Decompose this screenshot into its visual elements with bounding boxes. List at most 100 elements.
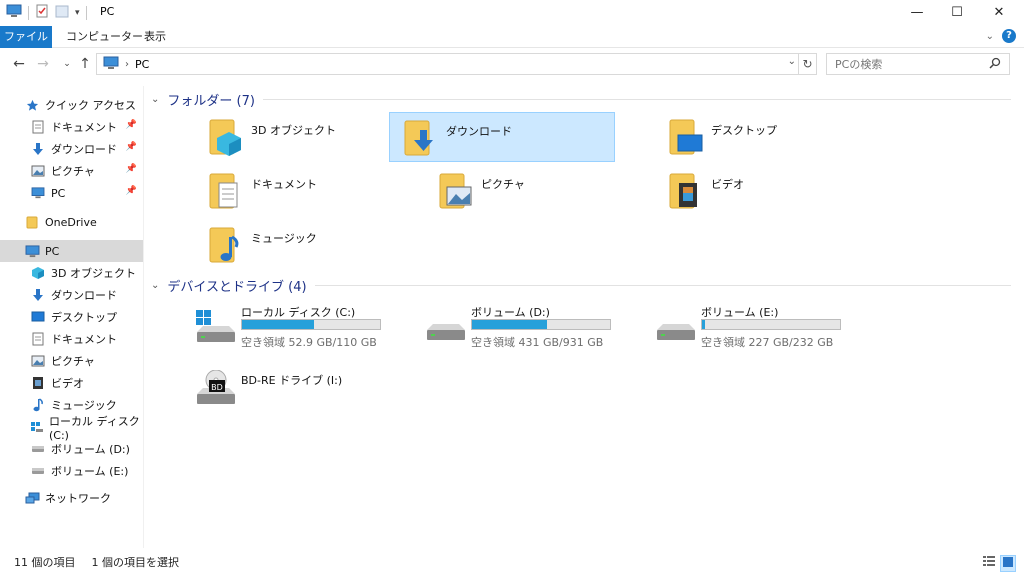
up-arrow-icon: ↑ xyxy=(79,56,91,72)
pc-icon xyxy=(30,185,46,201)
sidebar-item-label: デスクトップ xyxy=(51,311,117,324)
address-bar[interactable]: › PC ⌄ ↻ xyxy=(96,53,817,75)
sidebar-item-label: ボリューム (D:) xyxy=(51,443,130,456)
3d-objects-folder-icon xyxy=(201,113,249,161)
sidebar-item-volume-e[interactable]: ボリューム (E:) xyxy=(0,460,143,482)
drive-icon xyxy=(30,463,46,479)
sidebar-item-label: ダウンロード xyxy=(51,289,117,302)
folder-pictures[interactable]: ピクチャ xyxy=(425,166,651,216)
group-divider xyxy=(314,284,1011,286)
new-folder-icon[interactable] xyxy=(55,4,69,21)
sidebar-item-quick-access[interactable]: クイック アクセス xyxy=(0,94,143,116)
drive-local-disk-c[interactable]: ローカル ディスク (C:) 空き領域 52.9 GB/110 GB xyxy=(195,304,421,352)
bd-drive-icon: BD xyxy=(195,369,237,406)
toolbar-divider xyxy=(28,5,29,20)
drives-group-header[interactable]: ⌄ デバイスとドライブ (4) xyxy=(151,274,1011,296)
sidebar-item-pc-pinned[interactable]: PC 📌 xyxy=(0,182,143,204)
chevron-down-icon: ⌄ xyxy=(63,59,71,69)
windows-drive-icon xyxy=(195,310,237,346)
documents-icon xyxy=(30,119,46,135)
drive-free-space: 空き領域 227 GB/232 GB xyxy=(701,336,834,349)
drive-volume-d[interactable]: ボリューム (D:) 空き領域 431 GB/931 GB xyxy=(425,304,651,352)
drive-icon xyxy=(30,441,46,457)
pictures-icon xyxy=(30,353,46,369)
sidebar-item-pc[interactable]: PC xyxy=(0,240,143,262)
sidebar-item-pictures-pinned[interactable]: ピクチャ 📌 xyxy=(0,160,143,182)
sidebar-item-3d-objects[interactable]: 3D オブジェクト xyxy=(0,262,143,284)
drive-label: ボリューム (D:) xyxy=(471,306,550,319)
download-icon xyxy=(30,287,46,303)
pc-icon[interactable] xyxy=(6,4,22,21)
folder-label: デスクトップ xyxy=(711,124,777,137)
large-icons-view-icon[interactable] xyxy=(1000,555,1016,572)
sidebar-item-volume-d[interactable]: ボリューム (D:) xyxy=(0,438,143,460)
chevron-down-icon[interactable]: ⌄ xyxy=(151,94,159,105)
forward-button[interactable]: → xyxy=(34,54,52,74)
pin-icon[interactable]: 📌 xyxy=(126,120,137,130)
sidebar-item-pictures[interactable]: ピクチャ xyxy=(0,350,143,372)
properties-icon[interactable] xyxy=(35,4,49,21)
folder-desktop[interactable]: デスクトップ xyxy=(655,112,881,162)
folders-group-header[interactable]: ⌄ フォルダー (7) xyxy=(151,88,1011,110)
search-icon[interactable] xyxy=(989,57,1001,72)
sidebar-item-label: 3D オブジェクト xyxy=(51,267,136,280)
breadcrumb[interactable]: PC xyxy=(135,58,149,71)
sidebar-item-local-disk-c[interactable]: ローカル ディスク (C:) xyxy=(0,415,143,442)
content-pane: ⌄ フォルダー (7) 3D オブジェクト ダウンロード デスクトップ ドキュメ… xyxy=(145,86,1024,548)
sidebar-item-downloads-pinned[interactable]: ダウンロード 📌 xyxy=(0,138,143,160)
back-arrow-icon: ← xyxy=(13,56,25,72)
folder-videos[interactable]: ビデオ xyxy=(655,166,881,216)
sidebar-item-label: ピクチャ xyxy=(51,165,95,178)
pin-icon[interactable]: 📌 xyxy=(126,164,137,174)
status-bar: 11 個の項目 1 個の項目を選択 xyxy=(0,550,1024,574)
pin-icon[interactable]: 📌 xyxy=(126,142,137,152)
search-input[interactable] xyxy=(835,54,985,74)
refresh-icon[interactable]: ↻ xyxy=(798,54,816,74)
download-icon xyxy=(30,141,46,157)
sidebar-item-label: OneDrive xyxy=(45,215,97,229)
sidebar-item-label: ドキュメント xyxy=(51,333,117,346)
chevron-down-icon[interactable]: ⌄ xyxy=(788,56,796,67)
close-button[interactable]: ✕ xyxy=(976,0,1022,24)
pin-icon[interactable]: 📌 xyxy=(126,186,137,196)
sidebar-item-network[interactable]: ネットワーク xyxy=(0,487,143,509)
drive-usage-fill xyxy=(242,320,314,329)
folder-downloads[interactable]: ダウンロード xyxy=(389,112,615,162)
maximize-button[interactable]: ☐ xyxy=(934,0,980,24)
folder-3d-objects[interactable]: 3D オブジェクト xyxy=(195,112,421,162)
recent-locations-button[interactable]: ⌄ xyxy=(58,54,76,74)
folder-music[interactable]: ミュージック xyxy=(195,220,421,270)
customize-toolbar-icon[interactable]: ▾ xyxy=(75,8,80,18)
videos-folder-icon xyxy=(661,167,709,215)
sidebar-item-label: クイック アクセス xyxy=(45,99,136,112)
drive-icon xyxy=(425,310,467,346)
sidebar-item-documents[interactable]: ドキュメント xyxy=(0,328,143,350)
breadcrumb-separator-icon[interactable]: › xyxy=(125,59,129,70)
desktop-icon xyxy=(30,309,46,325)
sidebar-item-onedrive[interactable]: OneDrive xyxy=(0,211,143,233)
sidebar-item-documents-pinned[interactable]: ドキュメント 📌 xyxy=(0,116,143,138)
folder-documents[interactable]: ドキュメント xyxy=(195,166,421,216)
sidebar-item-label: PC xyxy=(51,186,66,200)
sidebar-item-videos[interactable]: ビデオ xyxy=(0,372,143,394)
bd-badge: BD xyxy=(211,383,223,392)
music-icon xyxy=(30,397,46,413)
expand-ribbon-icon[interactable]: ⌄ xyxy=(986,31,994,42)
pictures-folder-icon xyxy=(431,167,479,215)
back-button[interactable]: ← xyxy=(10,54,28,74)
sidebar-item-downloads[interactable]: ダウンロード xyxy=(0,284,143,306)
explorer-window: ▾ PC — ☐ ✕ ファイル コンピューター 表示 ⌄ ? ← → ⌄ ↑ ›… xyxy=(0,0,1024,574)
help-icon[interactable]: ? xyxy=(1002,29,1016,43)
tab-view[interactable]: 表示 xyxy=(134,26,176,48)
drive-bd-re[interactable]: BD BD-RE ドライブ (I:) xyxy=(195,364,421,412)
up-button[interactable]: ↑ xyxy=(76,54,94,74)
windows-drive-icon xyxy=(30,419,44,435)
sidebar-item-desktop[interactable]: デスクトップ xyxy=(0,306,143,328)
tab-file[interactable]: ファイル xyxy=(0,26,52,48)
chevron-down-icon[interactable]: ⌄ xyxy=(151,280,159,291)
drive-volume-e[interactable]: ボリューム (E:) 空き領域 227 GB/232 GB xyxy=(655,304,881,352)
drive-usage-fill xyxy=(472,320,547,329)
group-title: デバイスとドライブ (4) xyxy=(167,279,307,295)
search-box[interactable] xyxy=(826,53,1010,75)
details-view-icon[interactable] xyxy=(982,555,996,572)
